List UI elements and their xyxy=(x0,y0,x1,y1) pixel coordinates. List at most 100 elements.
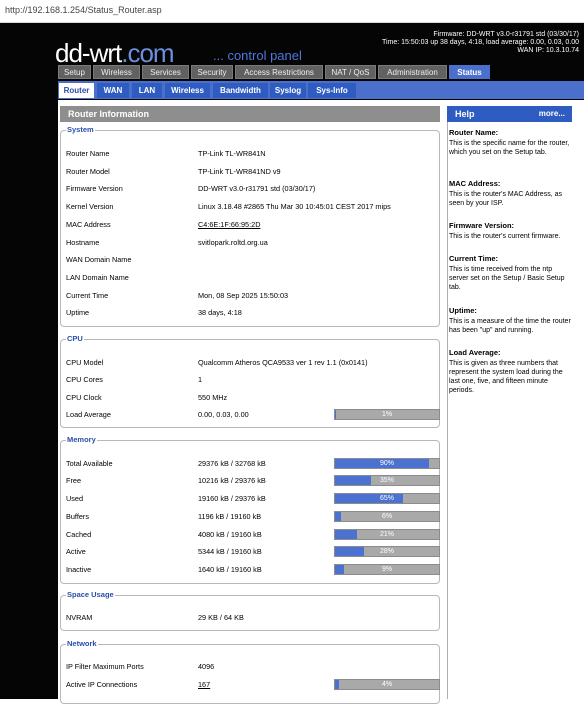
tab-status[interactable]: Status xyxy=(449,65,490,79)
help-title: Help xyxy=(455,109,475,119)
row-total-available: Total Available 29376 kB / 32768 kB 90% xyxy=(66,458,440,469)
help-block-title: MAC Address: xyxy=(449,179,501,188)
row-label: Active IP Connections xyxy=(66,680,138,689)
row-value: 5344 kB / 19160 kB xyxy=(198,547,262,556)
row-value: 1640 kB / 19160 kB xyxy=(198,565,262,574)
help-block-title: Firmware Version: xyxy=(449,221,515,230)
help-pane: Router Name: This is the specific name fo… xyxy=(447,122,573,699)
network-legend: Network xyxy=(66,639,98,648)
row-label: Router Model xyxy=(66,167,110,176)
row-cpu-clock: CPU Clock 550 MHz xyxy=(66,393,436,403)
tab-setup[interactable]: Setup xyxy=(58,65,91,79)
usage-bar: 4% xyxy=(334,679,440,690)
usage-bar: 35% xyxy=(334,475,440,486)
row-label: MAC Address xyxy=(66,220,111,229)
subtab-lan[interactable]: LAN xyxy=(132,83,162,98)
wan-ip-line: WAN IP: 10.3.10.74 xyxy=(517,47,579,54)
subtab-bandwidth[interactable]: Bandwidth xyxy=(213,83,268,98)
subtab-router[interactable]: Router xyxy=(59,83,94,98)
row-value: Mon, 08 Sep 2025 15:50:03 xyxy=(198,291,289,300)
subtab-wan[interactable]: WAN xyxy=(97,83,129,98)
help-router-name: Router Name: This is the specific name fo… xyxy=(449,128,571,157)
tab-access-restrictions[interactable]: Access Restrictions xyxy=(235,65,323,79)
row-wan-domain: WAN Domain Name xyxy=(66,255,436,265)
tab-security[interactable]: Security xyxy=(191,65,233,79)
row-label: Hostname xyxy=(66,238,100,247)
usage-percent: 90% xyxy=(379,460,394,467)
help-current-time: Current Time: This is time received from … xyxy=(449,254,571,292)
row-router-model: Router Model TP-Link TL-WR841ND v9 xyxy=(66,167,436,177)
tab-services[interactable]: Services xyxy=(142,65,189,79)
row-label: IP Filter Maximum Ports xyxy=(66,662,144,671)
firmware-line: Firmware: DD-WRT v3.0-r31791 std (03/30/… xyxy=(433,31,579,38)
usage-percent: 21% xyxy=(379,531,394,538)
system-fieldset: System Router Name TP-Link TL-WR841N Rout… xyxy=(60,125,440,327)
row-label: CPU Clock xyxy=(66,393,102,402)
row-label: Active xyxy=(66,547,86,556)
row-kernel-version: Kernel Version Linux 3.18.48 #2865 Thu Ma… xyxy=(66,202,436,212)
tab-wireless[interactable]: Wireless xyxy=(93,65,140,79)
row-label: Uptime xyxy=(66,308,90,317)
mac-address-link[interactable]: C4:6E:1F:66:95:2D xyxy=(198,220,260,230)
usage-percent: 28% xyxy=(379,548,394,555)
row-cpu-model: CPU Model Qualcomm Atheros QCA9533 ver 1 … xyxy=(66,358,436,368)
subtab-syslog[interactable]: Syslog xyxy=(270,83,306,98)
usage-bar: 1% xyxy=(334,409,440,420)
subtab-sys-info[interactable]: Sys-Info xyxy=(308,83,356,98)
usage-percent: 1% xyxy=(381,411,393,418)
help-uptime: Uptime: This is a measure of the time the… xyxy=(449,306,571,335)
tab-administration[interactable]: Administration xyxy=(378,65,447,79)
usage-bar: 21% xyxy=(334,529,440,540)
help-firmware-version: Firmware Version: This is the router's cu… xyxy=(449,221,571,241)
row-cached: Cached 4080 kB / 19160 kB 21% xyxy=(66,529,440,540)
row-value: 550 MHz xyxy=(198,393,228,402)
help-block-text: This is given as three numbers that repr… xyxy=(449,360,563,394)
row-label: Router Name xyxy=(66,149,110,158)
row-uptime: Uptime 38 days, 4:18 xyxy=(66,308,436,318)
logo-text: dd-wrt xyxy=(55,38,122,68)
row-value: 4080 kB / 19160 kB xyxy=(198,530,262,539)
row-label: Kernel Version xyxy=(66,202,114,211)
row-label: Inactive xyxy=(66,565,92,574)
row-lan-domain: LAN Domain Name xyxy=(66,273,436,283)
row-label: Load Average xyxy=(66,410,111,419)
row-value: Qualcomm Atheros QCA9533 ver 1 rev 1.1 (… xyxy=(198,358,368,367)
row-value: 4096 xyxy=(198,662,215,671)
help-block-title: Router Name: xyxy=(449,128,499,137)
row-firmware-version: Firmware Version DD-WRT v3.0-r31791 std (… xyxy=(66,184,436,194)
usage-percent: 6% xyxy=(381,513,393,520)
row-inactive: Inactive 1640 kB / 19160 kB 9% xyxy=(66,564,440,575)
control-panel-tagline: ... control panel xyxy=(213,48,302,63)
help-header: Help more... xyxy=(447,106,572,122)
usage-percent: 4% xyxy=(381,681,393,688)
tab-nat-qos[interactable]: NAT / QoS xyxy=(325,65,376,79)
space-usage-legend: Space Usage xyxy=(66,590,115,599)
page-title: Router Information xyxy=(60,106,440,122)
row-router-name: Router Name TP-Link TL-WR841N xyxy=(66,149,436,159)
active-connections-link[interactable]: 167 xyxy=(198,680,210,690)
address-bar[interactable]: http://192.168.1.254/Status_Router.asp xyxy=(0,0,584,23)
row-value: TP-Link TL-WR841ND v9 xyxy=(198,167,281,176)
row-label: Used xyxy=(66,494,84,503)
usage-bar: 9% xyxy=(334,564,440,575)
help-block-text: This is a measure of the time the router… xyxy=(449,318,571,334)
row-value: 38 days, 4:18 xyxy=(198,308,242,317)
row-value: 29376 kB / 32768 kB xyxy=(198,459,266,468)
cpu-fieldset: CPU CPU Model Qualcomm Atheros QCA9533 ve… xyxy=(60,334,440,428)
help-block-text: This is the specific name for the router… xyxy=(449,140,570,156)
row-load-average: Load Average 0.00, 0.03, 0.00 1% xyxy=(66,409,440,420)
subtab-wireless[interactable]: Wireless xyxy=(165,83,210,98)
help-block-title: Current Time: xyxy=(449,254,499,263)
memory-legend: Memory xyxy=(66,435,97,444)
memory-fieldset: Memory Total Available 29376 kB / 32768 k… xyxy=(60,435,440,584)
cpu-legend: CPU xyxy=(66,334,84,343)
usage-bar: 65% xyxy=(334,493,440,504)
url-text[interactable]: http://192.168.1.254/Status_Router.asp xyxy=(5,5,162,15)
row-value: 1 xyxy=(198,375,203,384)
row-value: 0.00, 0.03, 0.00 xyxy=(198,410,249,419)
help-more-link[interactable]: more... xyxy=(539,106,565,122)
row-value: DD-WRT v3.0-r31791 std (03/30/17) xyxy=(198,184,316,193)
help-block-text: This is the router's MAC Address, as see… xyxy=(449,191,562,207)
row-cpu-cores: CPU Cores 1 xyxy=(66,375,436,385)
row-label: LAN Domain Name xyxy=(66,273,129,282)
